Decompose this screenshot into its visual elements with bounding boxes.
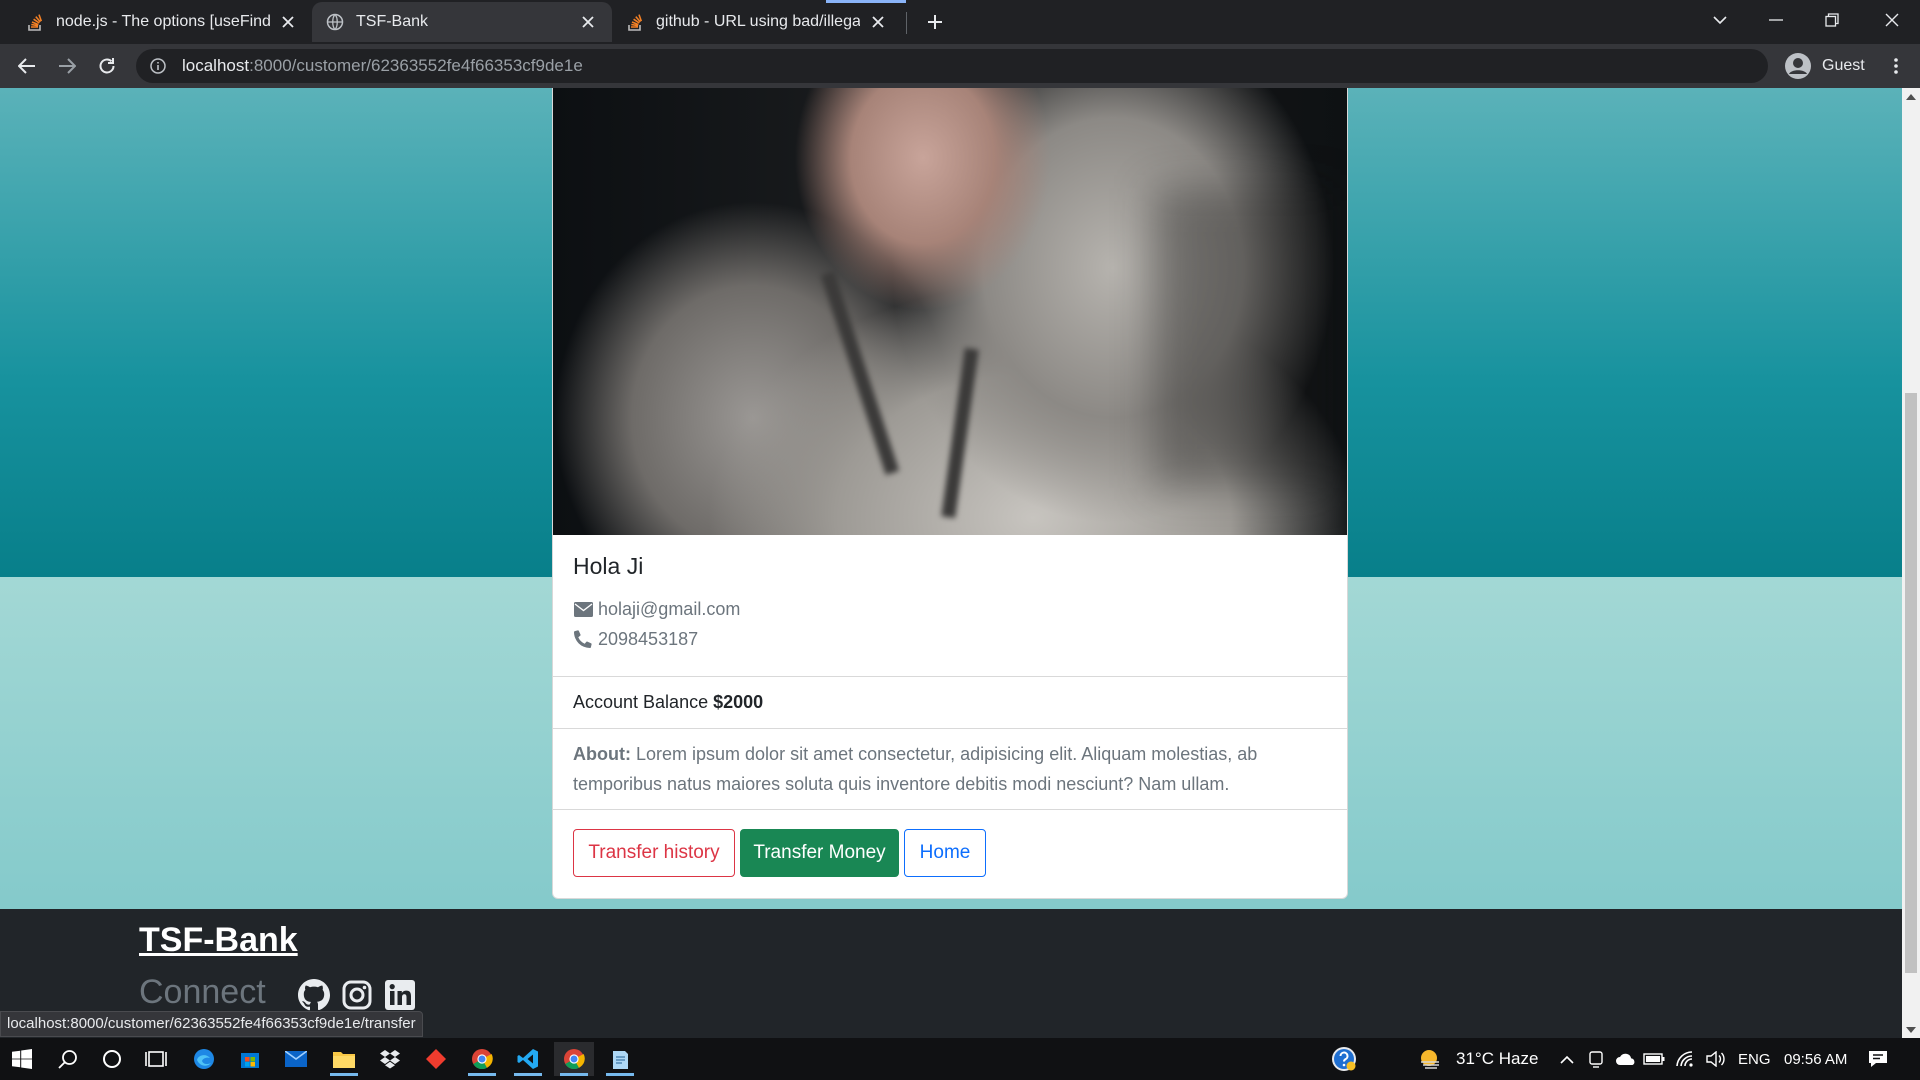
customer-name: Hola Ji bbox=[573, 553, 644, 579]
url-path: :8000/customer/62363552fe4f66353cf9de1e bbox=[249, 56, 583, 75]
scroll-thumb[interactable] bbox=[1905, 393, 1917, 973]
avatar-icon bbox=[1785, 53, 1811, 79]
scroll-down-arrow-icon[interactable] bbox=[1902, 1021, 1920, 1038]
card-actions: Transfer history Transfer Money Home bbox=[553, 809, 1347, 898]
task-view-icon[interactable] bbox=[136, 1042, 176, 1076]
close-icon[interactable] bbox=[868, 12, 888, 32]
windows-taskbar: 31°C Haze ENG 09:56 AM bbox=[0, 1038, 1920, 1080]
balance-label: Account Balance bbox=[573, 692, 709, 712]
stackoverflow-icon bbox=[626, 13, 644, 31]
new-tab-button[interactable] bbox=[921, 8, 949, 36]
customer-phone-line: 2098453187 bbox=[573, 624, 1327, 654]
close-icon[interactable] bbox=[578, 12, 598, 32]
restore-icon bbox=[1825, 13, 1839, 27]
customer-photo bbox=[553, 88, 1347, 535]
linkedin-icon[interactable] bbox=[384, 979, 418, 1013]
globe-icon bbox=[326, 13, 344, 31]
address-bar[interactable]: localhost:8000/customer/62363552fe4f6635… bbox=[136, 49, 1768, 83]
tab-title: node.js - The options [useFindAn bbox=[56, 13, 270, 30]
reload-button[interactable] bbox=[91, 50, 123, 82]
transfer-history-button[interactable]: Transfer history bbox=[573, 829, 735, 877]
about-label: About: bbox=[573, 744, 631, 764]
chrome-icon[interactable] bbox=[462, 1042, 502, 1076]
back-button[interactable] bbox=[11, 50, 43, 82]
arrow-right-icon bbox=[59, 58, 76, 74]
tab-title: github - URL using bad/illegal fo bbox=[656, 13, 860, 30]
about-row: About: Lorem ipsum dolor sit amet consec… bbox=[553, 728, 1347, 809]
chevron-down-icon bbox=[1713, 16, 1727, 25]
customer-email-line: holaji@gmail.com bbox=[573, 594, 1327, 624]
tab-stackoverflow-github[interactable]: github - URL using bad/illegal fo bbox=[612, 2, 902, 42]
notepad-icon[interactable] bbox=[600, 1042, 640, 1076]
edge-icon[interactable] bbox=[184, 1042, 224, 1076]
tab-search-button[interactable] bbox=[1692, 0, 1748, 40]
git-app-icon[interactable] bbox=[416, 1042, 456, 1076]
store-icon[interactable] bbox=[230, 1042, 270, 1076]
browser-tab-bar: node.js - The options [useFindAn TSF-Ban… bbox=[0, 0, 1920, 44]
restore-button[interactable] bbox=[1804, 0, 1860, 40]
clock[interactable]: 09:56 AM bbox=[1784, 1038, 1847, 1080]
arrow-left-icon bbox=[18, 58, 35, 74]
page-viewport: Hola Ji holaji@gmail.com 2098453187 Acco… bbox=[0, 88, 1902, 1038]
balance-value: $2000 bbox=[713, 692, 764, 712]
vscode-icon[interactable] bbox=[508, 1042, 548, 1076]
tab-tsf-bank[interactable]: TSF-Bank bbox=[312, 2, 612, 42]
github-icon[interactable] bbox=[298, 979, 332, 1013]
weather-text[interactable]: 31°C Haze bbox=[1456, 1038, 1538, 1080]
home-button[interactable]: Home bbox=[904, 829, 986, 877]
dropbox-icon[interactable] bbox=[370, 1042, 410, 1076]
close-icon bbox=[1885, 13, 1899, 27]
instagram-icon[interactable] bbox=[341, 979, 375, 1013]
customer-card: Hola Ji holaji@gmail.com 2098453187 Acco… bbox=[552, 88, 1348, 899]
customer-info: Hola Ji holaji@gmail.com 2098453187 bbox=[553, 535, 1347, 675]
help-icon[interactable] bbox=[1324, 1042, 1364, 1076]
page-scrollbar[interactable] bbox=[1902, 88, 1920, 1038]
url-host: localhost bbox=[182, 56, 250, 75]
weather-icon[interactable] bbox=[1410, 1042, 1450, 1076]
envelope-icon bbox=[573, 599, 593, 619]
info-icon[interactable] bbox=[148, 56, 168, 76]
browser-toolbar: localhost:8000/customer/62363552fe4f6635… bbox=[0, 44, 1920, 88]
transfer-money-button[interactable]: Transfer Money bbox=[740, 829, 899, 877]
windows-start-icon[interactable] bbox=[2, 1042, 42, 1076]
photo-detail bbox=[820, 270, 900, 476]
photo-detail bbox=[1153, 188, 1333, 488]
reload-icon bbox=[99, 58, 115, 74]
close-window-button[interactable] bbox=[1864, 0, 1920, 40]
tab-separator bbox=[906, 12, 907, 34]
footer-connect-label: Connect bbox=[139, 973, 266, 1011]
scroll-up-arrow-icon[interactable] bbox=[1902, 88, 1920, 105]
browser-menu-button[interactable] bbox=[1880, 50, 1912, 82]
forward-button[interactable] bbox=[51, 50, 83, 82]
plus-icon bbox=[928, 15, 942, 29]
minimize-icon bbox=[1769, 19, 1783, 21]
more-vertical-icon bbox=[1894, 58, 1898, 74]
search-icon[interactable] bbox=[48, 1042, 88, 1076]
language-indicator[interactable]: ENG bbox=[1738, 1038, 1771, 1080]
phone-icon bbox=[573, 629, 593, 649]
account-balance-row: Account Balance $2000 bbox=[553, 676, 1347, 728]
close-icon[interactable] bbox=[278, 12, 298, 32]
profile-label: Guest bbox=[1822, 57, 1865, 74]
about-text: Lorem ipsum dolor sit amet consectetur, … bbox=[573, 744, 1258, 794]
cortana-icon[interactable] bbox=[92, 1042, 132, 1076]
volume-icon[interactable] bbox=[1696, 1042, 1736, 1076]
photo-detail bbox=[941, 347, 979, 519]
footer-brand-link[interactable]: TSF-Bank bbox=[139, 921, 298, 960]
mail-icon[interactable] bbox=[276, 1042, 316, 1076]
tab-stackoverflow-node[interactable]: node.js - The options [useFindAn bbox=[12, 2, 312, 42]
link-status-tooltip: localhost:8000/customer/62363552fe4f6635… bbox=[0, 1011, 423, 1037]
minimize-button[interactable] bbox=[1748, 0, 1804, 40]
notification-center-icon[interactable] bbox=[1858, 1042, 1898, 1076]
chrome-active-icon[interactable] bbox=[554, 1042, 594, 1076]
profile-button[interactable]: Guest bbox=[1780, 49, 1870, 83]
customer-phone: 2098453187 bbox=[598, 628, 699, 649]
stackoverflow-icon bbox=[26, 13, 44, 31]
tab-title: TSF-Bank bbox=[356, 13, 429, 30]
file-explorer-icon[interactable] bbox=[324, 1042, 364, 1076]
customer-email: holaji@gmail.com bbox=[598, 598, 741, 619]
